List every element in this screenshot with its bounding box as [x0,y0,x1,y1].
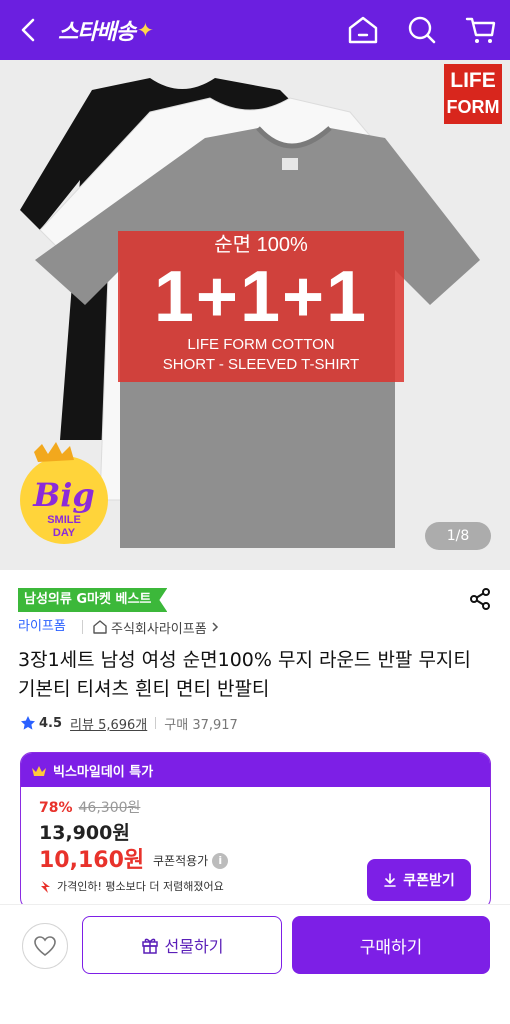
price-drop-notice: 가격인하! 평소보다 더 저렴해졌어요 [39,879,224,895]
promo-overlay: 순면 100% 1+1+1 LIFE FORM COTTON SHORT - S… [118,231,404,382]
promo-brand-text: LIFE FORM COTTON [187,336,335,353]
info-icon[interactable]: i [212,853,229,869]
seller-name: 주식회사라이프폼 [111,621,207,637]
get-coupon-button[interactable]: 쿠폰받기 [367,859,471,901]
logo-spark-icon: ✦ [136,18,154,42]
promo-bundle-text: 1+1+1 [153,257,369,337]
download-icon [384,873,397,887]
gift-icon [141,938,158,954]
top-app-bar: 스타배송 ✦ [0,0,510,60]
promo-product-text: SHORT - SLEEVED T-SHIRT [162,356,360,373]
coupon-label-text: 쿠폰적용가 [153,854,209,868]
seller-link[interactable]: 주식회사라이프폼 [92,617,220,637]
logo-text: 스타배송 [58,20,136,45]
image-pager: 1/8 [425,522,491,550]
chevron-right-icon [212,622,218,632]
buy-button[interactable]: 구매하기 [292,916,490,974]
crown-icon [32,765,46,776]
cart-icon [465,17,496,43]
coupon-price-label[interactable]: 쿠폰적용가 i [153,852,229,870]
badge-day-text: DAY [53,527,76,539]
badge-smile-text: SMILE [47,514,81,526]
sale-price: 13,900원 [39,822,130,844]
review-count-link[interactable]: 리뷰 5,696개 [70,714,147,733]
star-delivery-logo[interactable]: 스타배송 ✦ [58,14,154,46]
big-smile-day-badge: Big SMILE DAY [20,442,108,544]
share-icon [470,588,490,610]
rating-divider [155,717,157,729]
get-coupon-label: 쿠폰받기 [403,873,455,889]
store-home-icon [93,620,107,634]
coupon-price: 10,160원 [39,848,145,873]
back-button[interactable] [10,12,46,48]
home-icon [348,16,378,44]
gift-button-label: 선물하기 [164,937,224,956]
discount-percent: 78% [39,800,73,816]
purchase-count: 구매 37,917 [164,717,238,733]
brand-link[interactable]: 라이프폼 [18,618,66,636]
price-down-arrow-icon [41,881,50,893]
original-price: 46,300원 [78,800,141,816]
price-drop-text: 가격인하! 평소보다 더 저렴해졌어요 [57,880,224,893]
wishlist-button[interactable] [22,923,68,969]
special-deal-card: 빅스마일데이 특가 78% 46,300원 13,900원 10,160원 쿠폰적… [20,752,491,910]
deal-header: 빅스마일데이 특가 [21,753,490,787]
brand-logo-line2: FORM [446,97,500,117]
category-best-tag[interactable]: 남성의류 G마켓 베스트 [18,588,167,612]
share-button[interactable] [466,585,494,613]
product-image-carousel[interactable]: LIFE FORM 순면 100% 1+1+1 LIFE FORM COTTON… [0,60,510,570]
product-title: 3장1세트 남성 여성 순면100% 무지 라운드 반팔 무지티 기본티 티셔츠… [18,649,471,700]
heart-icon [34,936,56,957]
star-icon [21,716,35,730]
cart-button[interactable] [461,10,501,50]
back-icon [21,18,35,42]
rating-row[interactable]: 4.5 리뷰 5,696개 구매 37,917 [20,712,238,734]
brand-logo-line1: LIFE [450,69,496,92]
badge-big-text: Big [32,476,95,514]
search-button[interactable] [402,10,442,50]
deal-title: 빅스마일데이 특가 [53,764,154,780]
home-button[interactable] [343,10,383,50]
life-form-brand-logo: LIFE FORM [444,64,502,124]
bottom-action-bar: 선물하기 구매하기 [0,904,510,1024]
discount-row: 78% 46,300원 [39,799,140,817]
brand-divider [82,620,83,634]
gift-button[interactable]: 선물하기 [82,916,282,974]
search-icon [408,16,436,44]
rating-score: 4.5 [39,715,63,731]
